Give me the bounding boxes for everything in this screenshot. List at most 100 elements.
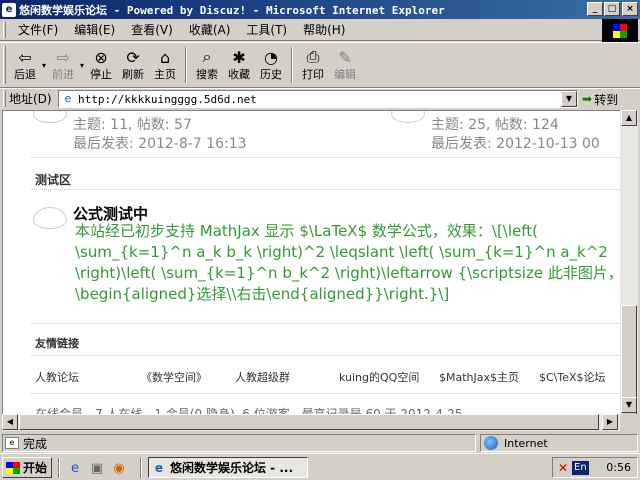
start-label: 开始 <box>23 461 48 475</box>
link-math-space[interactable]: 《数学空间》 <box>141 369 207 385</box>
windows-flag-icon <box>613 24 627 38</box>
favorites-button[interactable]: ✱ 收藏 <box>223 44 255 86</box>
forward-button[interactable]: ⇨ 前进 <box>47 44 79 86</box>
search-button[interactable]: ⌕ 搜索 <box>191 44 223 86</box>
print-label: 打印 <box>302 68 325 81</box>
vertical-scrollbar[interactable]: ▲ ▼ <box>620 110 638 431</box>
toolbar-separator <box>185 47 188 83</box>
ie-app-icon[interactable]: e <box>2 2 16 17</box>
divider <box>31 323 620 324</box>
page-done-icon: e <box>5 437 19 449</box>
link-mathjax-home[interactable]: $MathJax$主页 <box>439 369 519 385</box>
stop-icon: ⊗ <box>94 47 108 67</box>
menubar-grip[interactable] <box>3 21 6 38</box>
forward-dropdown-icon[interactable]: ▾ <box>80 61 84 70</box>
media-quicklaunch-icon[interactable]: ◉ <box>110 459 128 477</box>
taskbar-separator <box>58 458 60 478</box>
desktop-quicklaunch-icon[interactable]: ▣ <box>88 459 106 477</box>
go-button[interactable]: ➡ 转到 <box>582 90 618 108</box>
search-label: 搜索 <box>196 68 219 81</box>
menu-bar: 文件(F) 编辑(E) 查看(V) 收藏(A) 工具(T) 帮助(H) <box>0 19 640 41</box>
print-button[interactable]: ⎙ 打印 <box>297 44 329 86</box>
minimize-button[interactable]: _ <box>587 2 603 16</box>
forum-stats-left: 主题: 11, 帖数: 57 <box>73 117 192 133</box>
tray-app-icon[interactable]: ✕ <box>556 461 570 475</box>
horizontal-scrollbar[interactable]: ◀ ▶ <box>2 414 620 431</box>
menu-file[interactable]: 文件(F) <box>10 21 66 39</box>
address-bar: 地址(D) e ▼ ➡ 转到 <box>0 88 640 108</box>
section-title-test[interactable]: 测试区 <box>35 171 71 188</box>
forum-stats-right: 主题: 25, 帖数: 124 <box>431 117 559 133</box>
toolbar-grip[interactable] <box>3 46 6 84</box>
scroll-down-icon[interactable]: ▼ <box>621 397 637 413</box>
refresh-button[interactable]: ⟳ 刷新 <box>117 44 149 86</box>
back-label: 后退 <box>14 68 36 81</box>
page-content: 主题: 11, 帖数: 57 最后发表: 2012-8-7 16:13 主题: … <box>2 110 620 431</box>
taskbar: 开始 e ▣ ◉ e 悠闲数学娱乐论坛 - ... ✕ En 0:56 <box>0 453 640 480</box>
menu-tools[interactable]: 工具(T) <box>238 21 295 39</box>
task-label: 悠闲数学娱乐论坛 - ... <box>170 461 294 475</box>
link-kuing-qzone[interactable]: kuing的QQ空间 <box>339 369 419 385</box>
history-button[interactable]: ◔ 历史 <box>255 44 287 86</box>
back-dropdown-icon[interactable]: ▾ <box>42 61 46 70</box>
hscroll-thumb[interactable] <box>19 414 599 430</box>
link-renjiao-forum[interactable]: 人教论坛 <box>35 369 79 385</box>
divider <box>31 393 620 394</box>
addressbar-grip[interactable] <box>3 90 6 107</box>
ie-task-icon: e <box>154 460 164 475</box>
scroll-right-icon[interactable]: ▶ <box>602 414 618 430</box>
forum-bubble-icon <box>33 207 67 229</box>
back-button[interactable]: ⇦ 后退 <box>9 44 41 86</box>
zone-label: Internet <box>504 436 548 450</box>
address-input[interactable] <box>78 92 558 106</box>
favorites-folder-icon: ✱ <box>232 47 246 67</box>
menu-edit[interactable]: 编辑(E) <box>66 21 123 39</box>
address-dropdown-icon[interactable]: ▼ <box>561 91 577 107</box>
scroll-left-icon[interactable]: ◀ <box>2 414 18 430</box>
scroll-corner <box>620 414 638 431</box>
divider <box>31 355 620 356</box>
clock[interactable]: 0:56 <box>606 461 631 474</box>
toolbar-separator <box>291 47 294 83</box>
divider <box>31 157 620 158</box>
edit-button[interactable]: ✎ 编辑 <box>329 44 361 86</box>
windows-logo <box>602 19 638 43</box>
links-title: 友情链接 <box>35 337 79 350</box>
back-arrow-icon: ⇦ <box>18 47 32 67</box>
home-button[interactable]: ⌂ 主页 <box>149 44 181 86</box>
home-icon: ⌂ <box>159 47 171 67</box>
security-zone[interactable]: Internet <box>480 434 638 452</box>
forum-bubble-icon <box>391 111 425 123</box>
maximize-button[interactable]: □ <box>604 2 620 16</box>
status-bar: e 完成 Internet <box>0 433 640 453</box>
menu-favorites[interactable]: 收藏(A) <box>181 21 239 39</box>
forum-description: 本站经已初步支持 MathJax 显示 $\LaTeX$ 数学公式，效果：\[\… <box>75 222 620 303</box>
status-text-area: e 完成 <box>2 434 476 452</box>
forum-lastpost-left: 最后发表: 2012-8-7 16:13 <box>73 136 247 152</box>
menu-view[interactable]: 查看(V) <box>123 21 181 39</box>
address-label: 地址(D) <box>9 92 52 106</box>
title-bar[interactable]: e 悠闲数学娱乐论坛 - Powered by Discuz! - Micros… <box>0 0 640 19</box>
language-indicator[interactable]: En <box>572 460 589 475</box>
system-tray: ✕ En 0:56 <box>552 457 638 478</box>
windows-flag-icon <box>6 461 20 474</box>
printer-icon: ⎙ <box>306 47 320 66</box>
scroll-up-icon[interactable]: ▲ <box>621 110 637 126</box>
favorites-label: 收藏 <box>228 68 251 81</box>
window-title: 悠闲数学娱乐论坛 - Powered by Discuz! - Microsof… <box>19 3 445 17</box>
task-ie-window[interactable]: e 悠闲数学娱乐论坛 - ... <box>148 457 308 478</box>
ie-window: e 悠闲数学娱乐论坛 - Powered by Discuz! - Micros… <box>0 0 640 453</box>
start-button[interactable]: 开始 <box>2 457 52 478</box>
status-text: 完成 <box>23 436 48 451</box>
taskbar-separator <box>140 458 142 478</box>
divider <box>31 189 620 190</box>
link-renjiao-group[interactable]: 人教超级群 <box>235 369 290 385</box>
ie-quicklaunch-icon[interactable]: e <box>66 459 84 477</box>
close-button[interactable]: × <box>622 2 638 16</box>
menu-help[interactable]: 帮助(H) <box>295 21 353 39</box>
go-label: 转到 <box>594 92 619 107</box>
forum-lastpost-right: 最后发表: 2012-10-13 00 <box>431 136 600 152</box>
link-ctex-forum[interactable]: $C\TeX$论坛 <box>539 369 606 385</box>
stop-button[interactable]: ⊗ 停止 <box>85 44 117 86</box>
address-box[interactable]: e ▼ <box>58 90 578 108</box>
